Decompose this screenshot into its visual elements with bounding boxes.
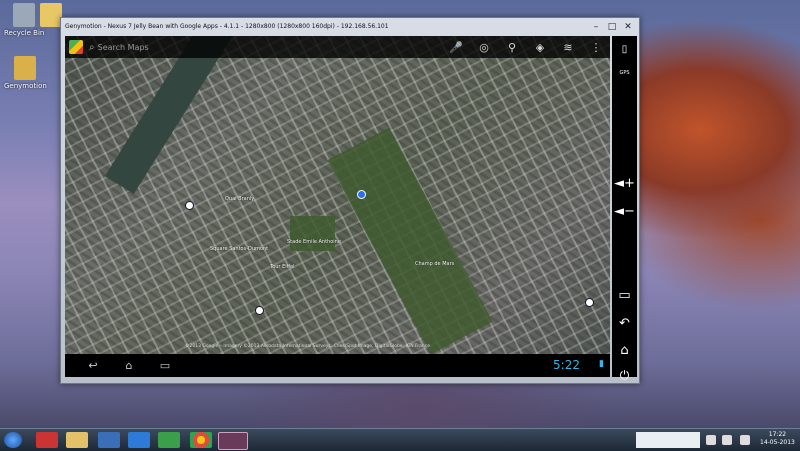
map-label: Square Santos-Dumont xyxy=(210,246,269,252)
desktop-icon-recycle-bin[interactable]: Recycle Bin xyxy=(4,3,44,37)
media-player-icon[interactable] xyxy=(128,432,150,448)
overflow-menu-icon[interactable]: ⋮ xyxy=(582,41,610,54)
network-icon[interactable] xyxy=(706,435,716,445)
chrome-icon[interactable] xyxy=(190,432,212,448)
emulator-window[interactable]: Genymotion - Nexus 7 Jelly Bean with Goo… xyxy=(60,17,640,384)
map-copyright: ©2013 Google – Imagery ©2013 Aerodata In… xyxy=(185,344,431,349)
search-icon: ⌕ xyxy=(89,41,95,53)
recycle-bin-icon xyxy=(13,3,36,27)
map-label: Tour Eiffel xyxy=(270,264,295,270)
maximize-button[interactable]: □ xyxy=(607,22,617,32)
volume-up-icon[interactable]: ◄+ xyxy=(612,176,637,191)
system-tray[interactable] xyxy=(636,432,700,448)
metro-pin-icon[interactable] xyxy=(185,201,194,210)
desktop-icon-folder[interactable] xyxy=(40,3,62,29)
taskbar-app-icon[interactable] xyxy=(98,432,120,448)
action-center-icon[interactable] xyxy=(740,435,750,445)
park-area xyxy=(290,216,335,251)
windows-taskbar: 17:22 14-05-2013 xyxy=(0,428,800,451)
river-seine xyxy=(105,36,325,195)
android-navbar: ↩ ⌂ ▭ 5:22 ▮ xyxy=(65,354,610,377)
taskbar-date: 14-05-2013 xyxy=(760,439,795,446)
gps-label: GPS xyxy=(619,70,630,76)
gps-icon[interactable]: GPS xyxy=(612,70,637,76)
my-location-icon[interactable]: ◎ xyxy=(470,41,498,54)
status-clock: 5:22 xyxy=(553,358,580,372)
recent-apps-icon[interactable]: ▭ xyxy=(147,359,183,372)
folder-icon xyxy=(14,56,37,80)
mic-icon[interactable]: 🎤 xyxy=(442,41,470,54)
back-icon[interactable]: ↶ xyxy=(612,316,637,331)
back-icon[interactable]: ↩ xyxy=(75,359,111,372)
rotate-icon[interactable]: ▭ xyxy=(612,288,637,303)
home-icon[interactable]: ⌂ xyxy=(612,343,637,358)
metro-pin-icon[interactable] xyxy=(585,298,594,307)
window-titlebar[interactable]: Genymotion - Nexus 7 Jelly Bean with Goo… xyxy=(61,18,639,35)
park-area xyxy=(327,127,493,354)
battery-icon: ▮ xyxy=(599,359,604,369)
android-screen[interactable]: Square Santos-Dumont Stade Emile Anthoin… xyxy=(65,36,610,377)
directions-icon[interactable]: ◈ xyxy=(526,41,554,54)
metro-pin-icon[interactable] xyxy=(255,306,264,315)
minimize-button[interactable]: – xyxy=(591,22,601,32)
explorer-icon[interactable] xyxy=(66,432,88,448)
taskbar-app-icon[interactable] xyxy=(158,432,180,448)
map-label: Champ de Mars xyxy=(415,261,455,267)
taskbar-time: 17:22 xyxy=(768,431,787,438)
battery-icon[interactable]: ▯ xyxy=(612,44,637,55)
maps-logo-icon[interactable] xyxy=(69,40,83,54)
home-icon[interactable]: ⌂ xyxy=(111,359,147,372)
desktop-icon-genymotion[interactable]: Genymotion xyxy=(4,56,47,90)
satellite-map[interactable]: Square Santos-Dumont Stade Emile Anthoin… xyxy=(65,36,610,354)
genymotion-sidebar: ▯ GPS ◄+ ◄− ▭ ↶ ⌂ ⏻ xyxy=(612,36,637,382)
taskbar-app-icon[interactable] xyxy=(36,432,58,448)
volume-down-icon[interactable]: ◄− xyxy=(612,204,637,219)
search-input[interactable]: Search Maps xyxy=(98,43,442,52)
window-title: Genymotion - Nexus 7 Jelly Bean with Goo… xyxy=(65,23,389,30)
layers-icon[interactable]: ≋ xyxy=(554,41,582,54)
map-label: Quai Branly xyxy=(225,196,255,202)
volume-icon[interactable] xyxy=(722,435,732,445)
folder-icon xyxy=(40,3,62,27)
maps-topbar: ⌕ Search Maps 🎤 ◎ ⚲ ◈ ≋ ⋮ xyxy=(65,36,610,58)
power-icon[interactable]: ⏻ xyxy=(612,368,637,383)
map-label: Stade Emile Anthoine xyxy=(287,239,341,245)
close-button[interactable]: ✕ xyxy=(623,22,633,32)
places-icon[interactable]: ⚲ xyxy=(498,41,526,54)
genymotion-taskbar-button[interactable] xyxy=(218,432,248,450)
location-pin-icon[interactable] xyxy=(357,190,366,199)
taskbar-clock[interactable]: 17:22 14-05-2013 xyxy=(760,431,795,447)
start-button[interactable] xyxy=(4,432,22,448)
